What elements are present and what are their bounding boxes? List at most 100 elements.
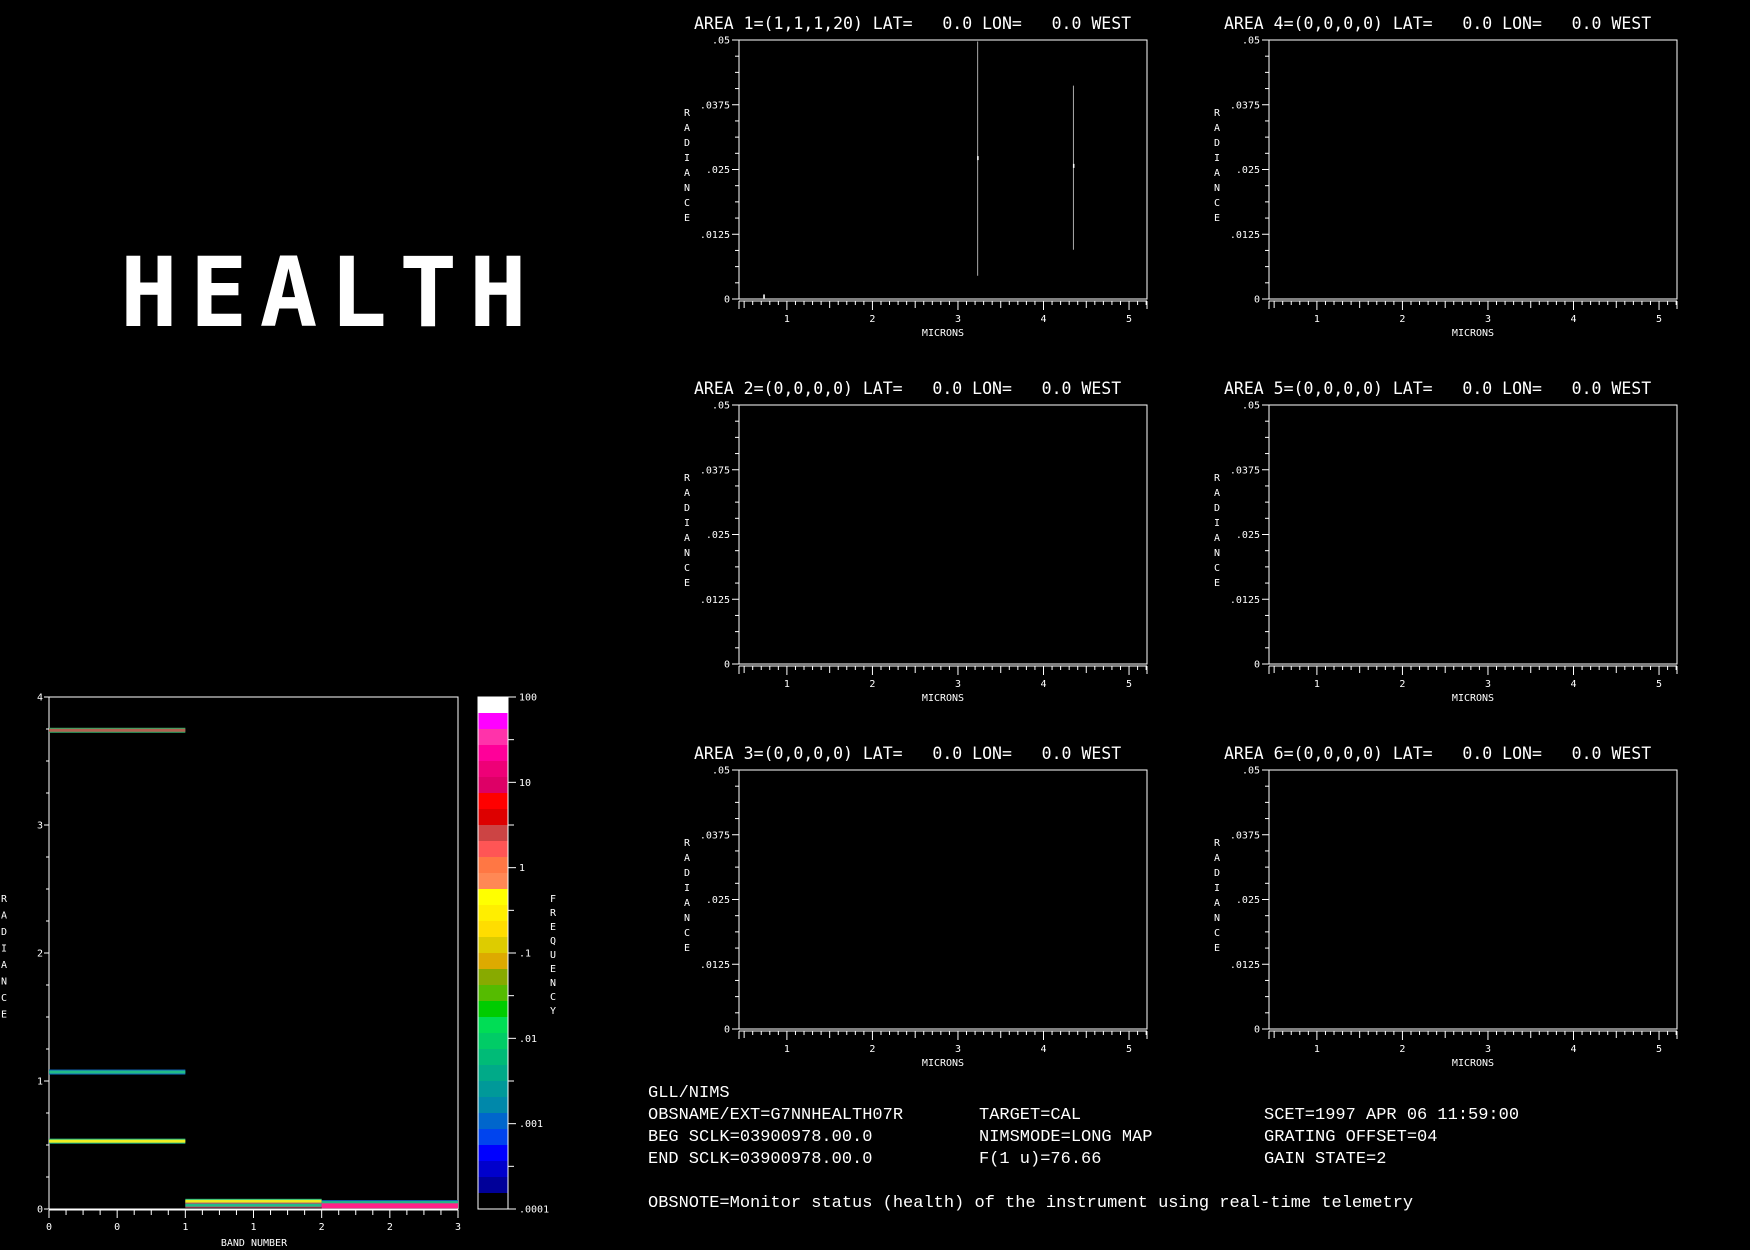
colorbar-label-letter: E: [550, 922, 556, 933]
area-plot-1: AREA 1=(1,1,1,20) LAT= 0.0 LON= 0.0 WEST…: [684, 14, 1148, 339]
x-axis-label: MICRONS: [1452, 328, 1494, 339]
x-tick-label: 4: [1040, 314, 1046, 325]
colorbar-swatch: [478, 1033, 508, 1050]
plot-title: AREA 2=(0,0,0,0) LAT= 0.0 LON= 0.0 WEST: [694, 379, 1121, 398]
y-axis-label-letter: A: [1214, 168, 1220, 179]
y-axis-label-letter: N: [1, 977, 7, 988]
colorbar-swatch: [478, 825, 508, 842]
colorbar-swatch: [478, 937, 508, 954]
colorbar-swatch: [478, 921, 508, 938]
x-tick-label: 1: [1314, 1044, 1320, 1055]
x-tick-label: 5: [1656, 314, 1662, 325]
x-tick-label: 3: [1485, 1044, 1491, 1055]
colorbar-tick-label: .0001: [519, 1205, 549, 1216]
colorbar-swatch: [478, 1129, 508, 1146]
x-tick-label: 3: [455, 1222, 461, 1233]
y-axis-label-letter: A: [684, 898, 690, 909]
x-tick-label: 1: [250, 1222, 256, 1233]
colorbar-swatch: [478, 873, 508, 890]
colorbar-label: FREQUENCY: [550, 894, 557, 1017]
histogram-plot: 012340 0 1 1 2 2 3BAND NUMBERRADIANCE100101.1.…: [1, 693, 557, 1250]
colorbar-tick-label: 10: [519, 778, 531, 789]
y-tick-label: 2: [37, 949, 43, 960]
y-axis-label-letter: E: [1214, 943, 1220, 954]
x-tick-label: 5: [1126, 679, 1132, 690]
y-axis-label-letter: C: [1, 993, 7, 1004]
colorbar-swatch: [478, 777, 508, 794]
y-tick-label: .0375: [700, 830, 730, 841]
x-tick-label: 3: [955, 314, 961, 325]
y-axis-label-letter: A: [1214, 123, 1220, 134]
y-tick-label: .0125: [700, 230, 730, 241]
y-axis-label-letter: C: [684, 928, 690, 939]
y-tick-label: 0: [724, 295, 730, 306]
y-tick-label: .05: [1242, 766, 1260, 777]
plot-frame: [1268, 769, 1678, 1030]
spectrum-mark: [1072, 163, 1075, 168]
x-tick-label: 1: [1314, 314, 1320, 325]
colorbar-swatch: [478, 1113, 508, 1130]
y-axis-label-letter: C: [1214, 928, 1220, 939]
area-plot-3: AREA 3=(0,0,0,0) LAT= 0.0 LON= 0.0 WEST 0…: [684, 744, 1148, 1069]
y-axis-label-letter: E: [1214, 578, 1220, 589]
y-axis-label-letter: C: [1214, 563, 1220, 574]
info-grating-offset: GRATING OFFSET=04: [1264, 1128, 1438, 1147]
y-axis-label-letter: I: [1, 944, 7, 955]
y-tick-label: 0: [724, 660, 730, 671]
y-axis-label-letter: A: [1214, 533, 1220, 544]
y-axis-label-letter: E: [1214, 213, 1220, 224]
y-tick-label: .025: [1236, 530, 1260, 541]
y-axis-label-letter: I: [684, 153, 690, 164]
info-obsname: OBSNAME/EXT=G7NNHEALTH07R: [648, 1106, 904, 1125]
colorbar-swatch: [478, 745, 508, 762]
x-tick-label: 5: [1656, 1044, 1662, 1055]
colorbar-label-letter: F: [550, 894, 556, 905]
y-axis-label-letter: R: [1214, 108, 1221, 119]
info-instrument: GLL/NIMS: [648, 1084, 730, 1103]
y-tick-label: .0375: [1230, 100, 1260, 111]
y-axis-label-letter: I: [684, 883, 690, 894]
x-tick-label: 2: [869, 1044, 875, 1055]
x-tick-label: 5: [1126, 1044, 1132, 1055]
y-tick-label: .0375: [700, 100, 730, 111]
colorbar-label-letter: C: [550, 992, 556, 1003]
y-axis-label-letter: R: [1, 894, 8, 905]
y-axis-label: RADIANCE: [1214, 108, 1221, 224]
y-tick-label: 3: [37, 821, 43, 832]
x-tick-label: 2: [869, 314, 875, 325]
plot-title: AREA 6=(0,0,0,0) LAT= 0.0 LON= 0.0 WEST: [1224, 744, 1651, 763]
y-tick-label: 0: [37, 1205, 43, 1216]
y-axis-label-letter: D: [684, 868, 690, 879]
y-axis-label-letter: A: [1214, 488, 1220, 499]
y-axis-label-letter: C: [1214, 198, 1220, 209]
colorbar-swatch: [478, 1161, 508, 1178]
y-axis-label: RADIANCE: [1214, 838, 1221, 954]
y-tick-label: .05: [712, 401, 730, 412]
colorbar-swatch: [478, 809, 508, 826]
y-axis-label-letter: E: [1, 1010, 7, 1021]
x-axis-label: MICRONS: [922, 1058, 964, 1069]
plots-canvas: AREA 1=(1,1,1,20) LAT= 0.0 LON= 0.0 WEST…: [1, 14, 1678, 1250]
colorbar-label-letter: Q: [550, 936, 556, 947]
y-axis-label-letter: C: [684, 198, 690, 209]
x-tick-label: 4: [1040, 679, 1046, 690]
colorbar-swatch: [478, 969, 508, 986]
colorbar-swatch: [478, 905, 508, 922]
y-axis-label-letter: A: [684, 853, 690, 864]
area-plot-6: AREA 6=(0,0,0,0) LAT= 0.0 LON= 0.0 WEST 0…: [1214, 744, 1678, 1069]
y-tick-label: 1: [37, 1077, 43, 1088]
x-tick-label: 4: [1570, 1044, 1576, 1055]
y-axis-label-letter: A: [684, 533, 690, 544]
y-axis-label-letter: I: [1214, 518, 1220, 529]
y-axis-label-letter: R: [1214, 473, 1221, 484]
y-tick-label: 4: [37, 693, 43, 704]
x-tick-label: 4: [1040, 1044, 1046, 1055]
y-tick-label: .0125: [1230, 960, 1260, 971]
colorbar-label-letter: E: [550, 964, 556, 975]
y-axis-label-letter: A: [684, 123, 690, 134]
colorbar-tick-label: 1: [519, 863, 525, 874]
y-axis-label-letter: A: [684, 488, 690, 499]
area-plot-2: AREA 2=(0,0,0,0) LAT= 0.0 LON= 0.0 WEST 0…: [684, 379, 1148, 704]
info-gain-state: GAIN STATE=2: [1264, 1150, 1387, 1169]
x-tick-label: 1: [1314, 679, 1320, 690]
